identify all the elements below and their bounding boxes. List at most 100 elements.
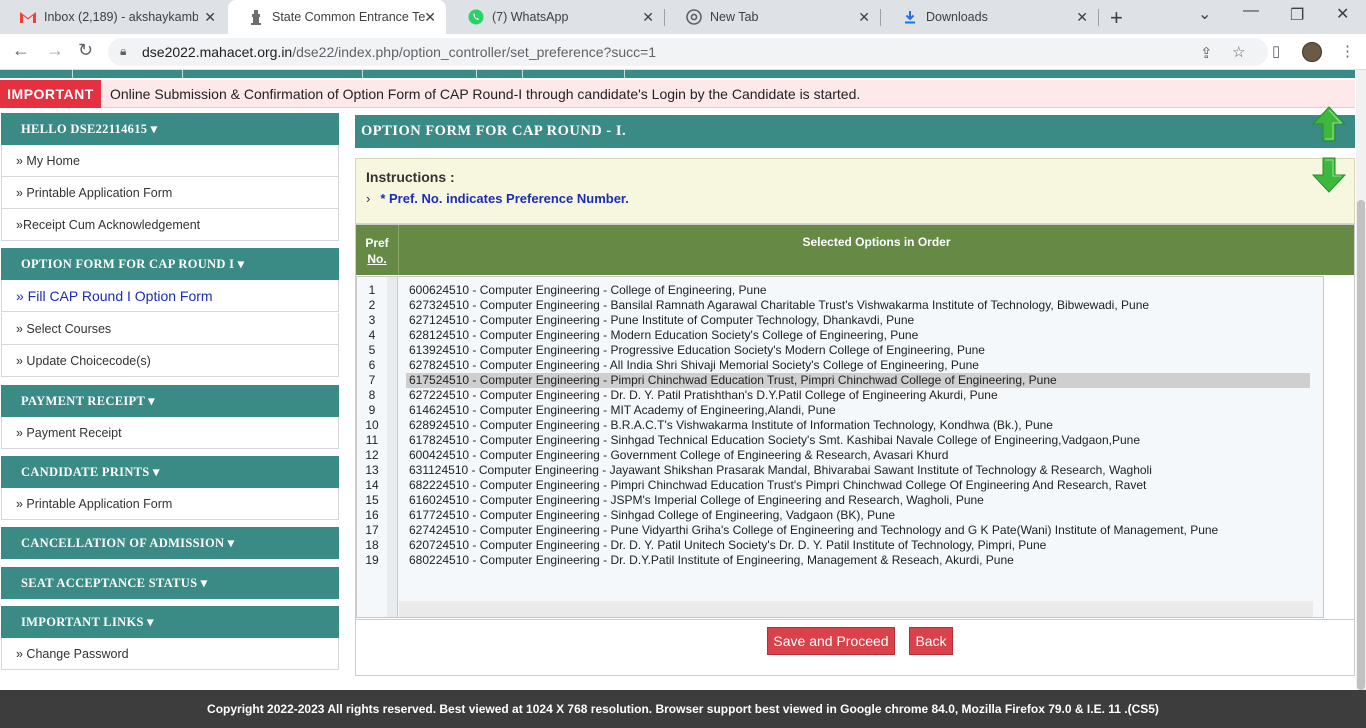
preference-number: 3 <box>368 313 376 327</box>
option-row[interactable]: 600624510 - Computer Engineering - Colle… <box>406 283 1310 298</box>
back-arrow-icon[interactable]: ← <box>12 40 30 61</box>
option-row[interactable]: 617724510 - Computer Engineering - Sinhg… <box>406 508 1310 523</box>
save-and-proceed-button[interactable]: Save and Proceed <box>767 627 895 655</box>
sidebar-item-change-password[interactable]: » Change Password <box>1 638 339 670</box>
url-path: /dse22/index.php/option_controller/set_p… <box>292 44 657 60</box>
download-icon <box>902 9 918 25</box>
option-row[interactable]: 627224510 - Computer Engineering - Dr. D… <box>406 388 1310 403</box>
tab-label: New Tab <box>710 10 759 24</box>
tab-gmail[interactable]: Inbox (2,189) - akshaykamble ✕ <box>0 0 226 34</box>
scroll-down-arrow-icon[interactable] <box>1312 157 1346 193</box>
option-row[interactable]: 617824510 - Computer Engineering - Sinhg… <box>406 433 1310 448</box>
option-row[interactable]: 680224510 - Computer Engineering - Dr. D… <box>406 553 1310 568</box>
tab-label: Downloads <box>926 10 988 24</box>
option-form-title: OPTION FORM FOR CAP ROUND - I. <box>355 115 1355 148</box>
chrome-icon <box>686 9 702 25</box>
profile-avatar[interactable] <box>1302 42 1322 62</box>
whatsapp-icon <box>468 9 484 25</box>
tab-cet[interactable]: State Common Entrance Test ✕ <box>228 0 446 34</box>
sidebar-item-my-home[interactable]: » My Home <box>1 145 339 177</box>
option-row[interactable]: 620724510 - Computer Engineering - Dr. D… <box>406 538 1310 553</box>
preference-number: 12 <box>365 448 379 462</box>
preference-number: 18 <box>365 538 379 552</box>
close-icon[interactable]: ✕ <box>858 9 870 26</box>
window-close-icon[interactable]: ✕ <box>1336 4 1349 24</box>
url-host: dse2022.mahacet.org.in <box>142 44 293 60</box>
url-text: dse2022.mahacet.org.in/dse22/index.php/o… <box>142 44 656 60</box>
option-row[interactable]: 613924510 - Computer Engineering - Progr… <box>406 343 1310 358</box>
preference-number: 4 <box>368 328 376 342</box>
page-footer: Copyright 2022-2023 All rights reserved.… <box>0 690 1366 728</box>
page-vertical-scrollbar[interactable] <box>1356 70 1366 690</box>
tab-downloads[interactable]: Downloads ✕ <box>882 0 1098 34</box>
column-header-pref-no: Pref No. <box>356 225 398 275</box>
selected-options-table: Pref No. Selected Options in Order 12345… <box>355 224 1355 676</box>
sidebar-item-receipt-acknowledgement[interactable]: »Receipt Cum Acknowledgement <box>1 209 339 241</box>
preference-number: 6 <box>368 358 376 372</box>
reload-icon[interactable]: ↻ <box>78 40 93 61</box>
minimize-icon[interactable]: — <box>1243 2 1259 20</box>
important-notice-bar: IMPORTANT Online Submission & Confirmati… <box>0 80 1355 108</box>
close-icon[interactable]: ✕ <box>1076 9 1088 26</box>
preference-number: 2 <box>368 298 376 312</box>
option-row[interactable]: 616024510 - Computer Engineering - JSPM'… <box>406 493 1310 508</box>
option-row[interactable]: 617524510 - Computer Engineering - Pimpr… <box>406 373 1310 388</box>
sidebar-prints-header[interactable]: CANDIDATE PRINTS ▾ <box>1 456 339 488</box>
option-row[interactable]: 627824510 - Computer Engineering - All I… <box>406 358 1310 373</box>
share-icon[interactable]: ⇪ <box>1200 44 1213 62</box>
sidebar-item-select-courses[interactable]: » Select Courses <box>1 313 339 345</box>
page-content: IMPORTANT Online Submission & Confirmati… <box>0 70 1366 728</box>
close-icon[interactable]: ✕ <box>204 9 216 26</box>
browser-toolbar: ← → ↻ 🔒︎ dse2022.mahacet.org.in/dse22/in… <box>0 34 1366 70</box>
option-row[interactable]: 631124510 - Computer Engineering - Jayaw… <box>406 463 1310 478</box>
preference-number: 16 <box>365 508 379 522</box>
menu-kebab-icon[interactable]: ⋮ <box>1340 42 1355 60</box>
sidebar-hello-header[interactable]: HELLO DSE22114615 ▾ <box>1 113 339 145</box>
option-row[interactable]: 614624510 - Computer Engineering - MIT A… <box>406 403 1310 418</box>
sidebar-item-fill-option-form[interactable]: » Fill CAP Round I Option Form <box>1 280 339 312</box>
side-panel-icon[interactable]: ▯ <box>1272 42 1280 60</box>
new-tab-plus-icon[interactable]: + <box>1110 5 1123 31</box>
preference-number: 13 <box>365 463 379 477</box>
tab-label: State Common Entrance Test <box>272 10 426 24</box>
address-bar[interactable]: 🔒︎ dse2022.mahacet.org.in/dse22/index.ph… <box>108 38 1268 66</box>
options-list[interactable]: 600624510 - Computer Engineering - Colle… <box>406 283 1310 568</box>
sidebar-item-prints-application[interactable]: » Printable Application Form <box>1 488 339 520</box>
forward-arrow-icon[interactable]: → <box>46 40 64 61</box>
tab-whatsapp[interactable]: (7) WhatsApp ✕ <box>448 0 664 34</box>
tab-separator <box>664 9 665 26</box>
options-listbox[interactable]: 1 2 3 4 5 6 7 8 9 10 11 12 13 14 15 16 17 18 19 600624510 … <box>356 276 1324 618</box>
bookmark-star-icon[interactable]: ☆ <box>1232 43 1245 61</box>
option-row[interactable]: 628924510 - Computer Engineering - B.R.A… <box>406 418 1310 433</box>
option-row[interactable]: 627424510 - Computer Engineering - Pune … <box>406 523 1310 538</box>
close-icon[interactable]: ✕ <box>424 9 436 26</box>
scrollbar-thumb[interactable] <box>1357 200 1365 690</box>
tab-new[interactable]: New Tab ✕ <box>666 0 880 34</box>
listbox-gutter <box>387 277 398 617</box>
preference-numbers: 1 2 3 4 5 6 7 8 9 10 11 12 13 14 15 16 17 18 19 <box>357 283 387 568</box>
preference-number: 1 <box>368 283 376 297</box>
option-row[interactable]: 627124510 - Computer Engineering - Pune … <box>406 313 1310 328</box>
option-row[interactable]: 627324510 - Computer Engineering - Bansi… <box>406 298 1310 313</box>
sidebar-payment-header[interactable]: PAYMENT RECEIPT ▾ <box>1 385 339 417</box>
lock-icon: 🔒︎ <box>120 44 127 58</box>
option-row[interactable]: 600424510 - Computer Engineering - Gover… <box>406 448 1310 463</box>
sidebar-seat-acceptance-header[interactable]: SEAT ACCEPTANCE STATUS ▾ <box>1 567 339 599</box>
back-button[interactable]: Back <box>909 627 953 655</box>
restore-icon[interactable]: ❐ <box>1290 5 1304 25</box>
sidebar-item-update-choicecode[interactable]: » Update Choicecode(s) <box>1 345 339 377</box>
sidebar-item-printable-application[interactable]: » Printable Application Form <box>1 177 339 209</box>
sidebar-option-form-header[interactable]: OPTION FORM FOR CAP ROUND I ▾ <box>1 248 339 280</box>
sidebar-item-payment-receipt[interactable]: » Payment Receipt <box>1 417 339 449</box>
sidebar-cancellation-header[interactable]: CANCELLATION OF ADMISSION ▾ <box>1 527 339 559</box>
horizontal-scrollbar[interactable] <box>399 601 1313 617</box>
option-row[interactable]: 682224510 - Computer Engineering - Pimpr… <box>406 478 1310 493</box>
option-row[interactable]: 628124510 - Computer Engineering - Moder… <box>406 328 1310 343</box>
tab-search-chevron-icon[interactable]: ⌄ <box>1198 4 1211 24</box>
sidebar-important-links-header[interactable]: IMPORTANT LINKS ▾ <box>1 606 339 638</box>
preference-number: 8 <box>368 388 376 402</box>
instruction-text: * Pref. No. indicates Preference Number. <box>380 191 629 206</box>
scroll-up-arrow-icon[interactable] <box>1312 106 1346 142</box>
instruction-item: › * Pref. No. indicates Preference Number… <box>366 191 629 206</box>
close-icon[interactable]: ✕ <box>642 9 654 26</box>
